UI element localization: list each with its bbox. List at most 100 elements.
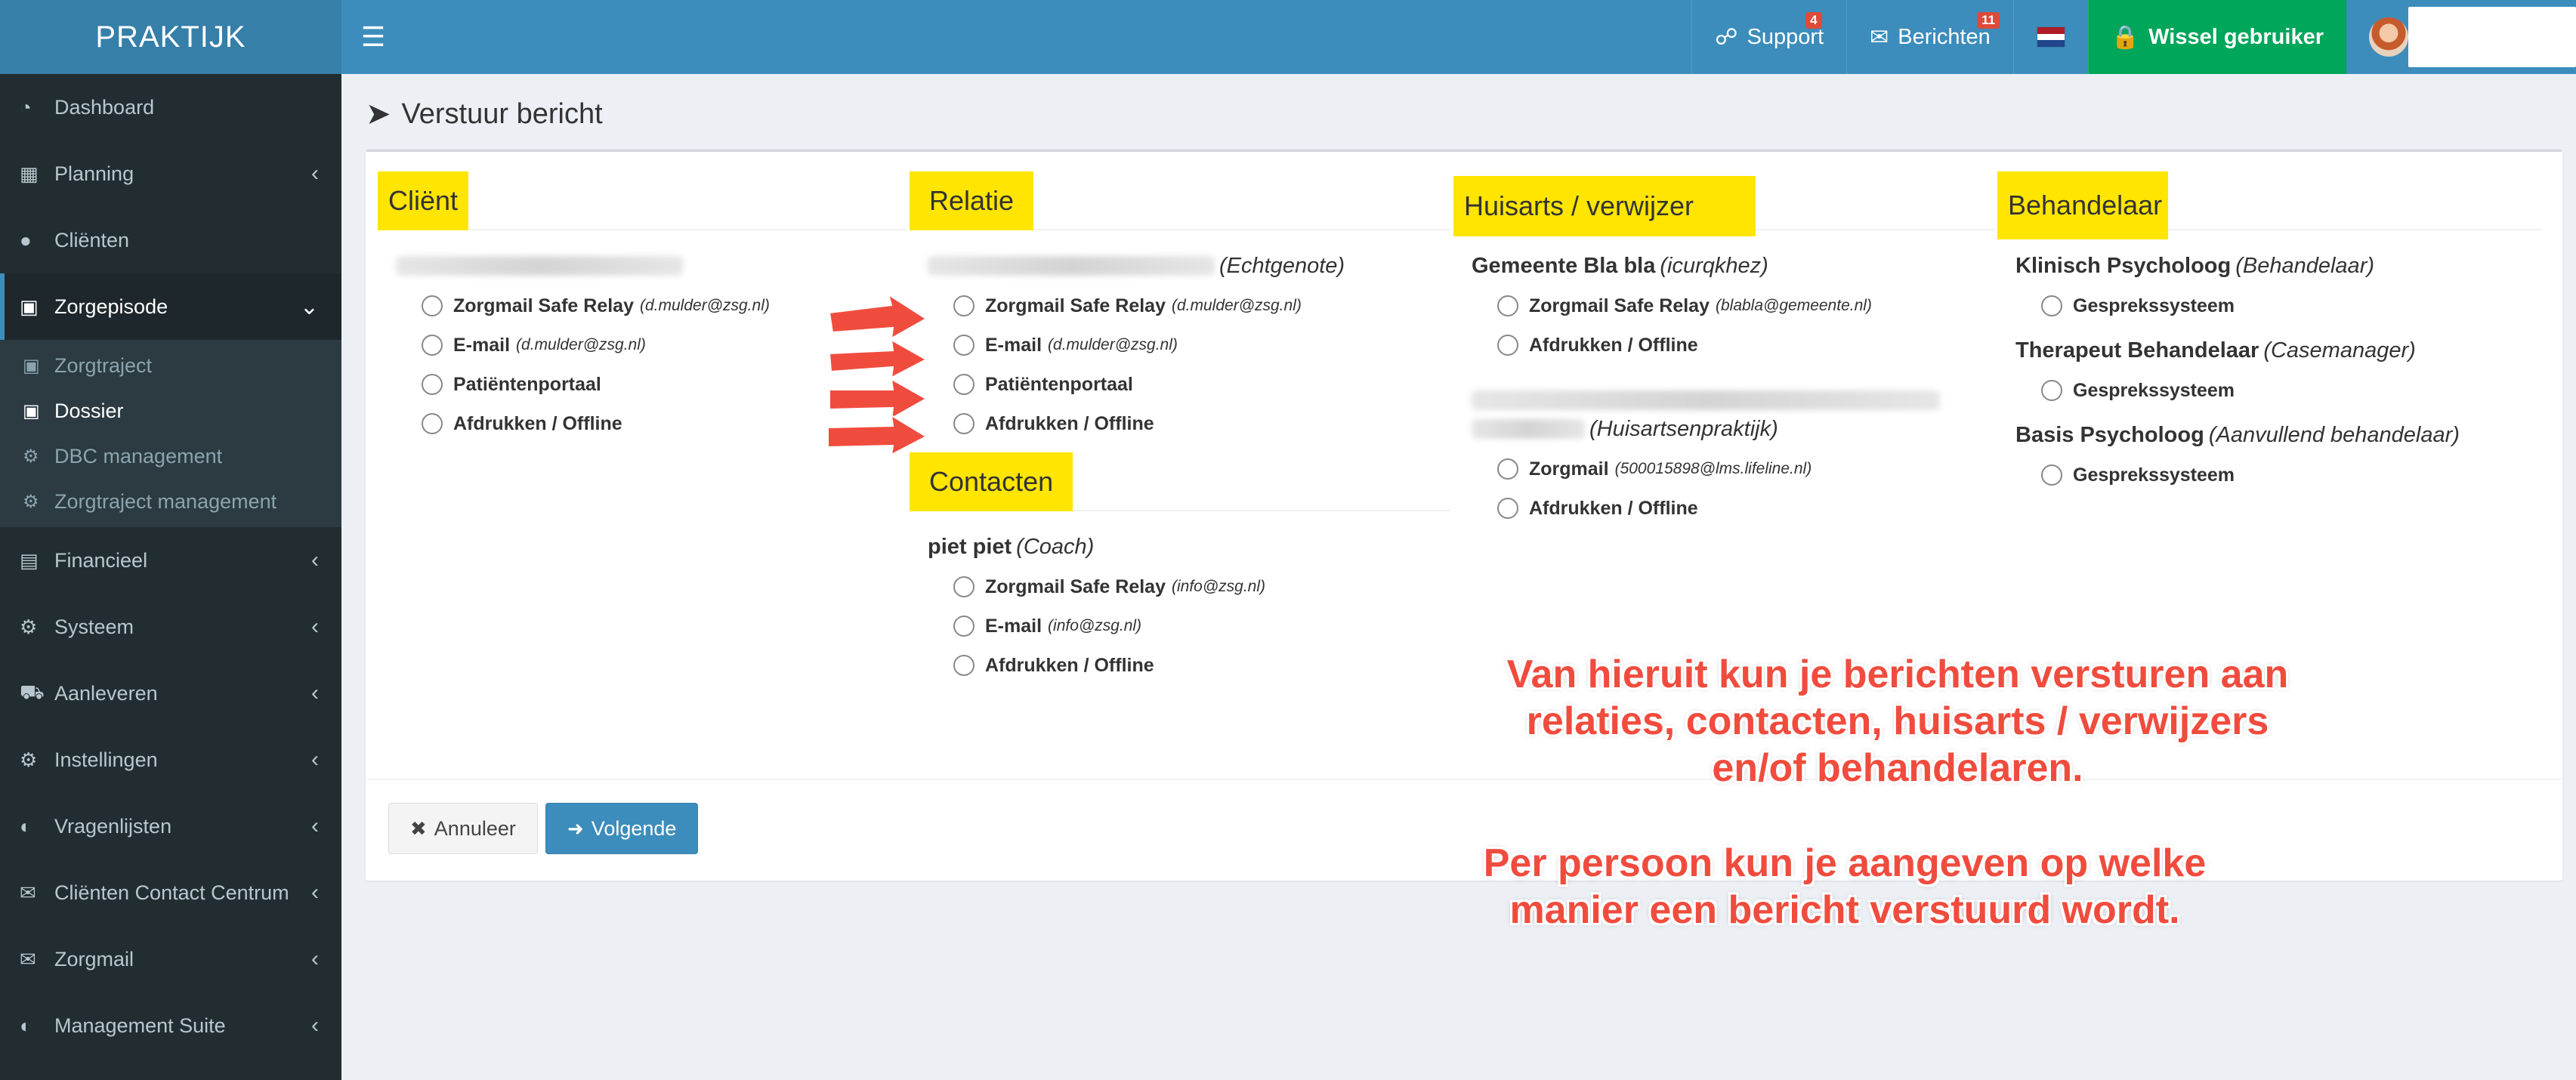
submenu-item-dossier[interactable]: ▣ Dossier xyxy=(0,388,341,434)
sidebar-item-aanleveren[interactable]: ⛟ Aanleveren ‹ xyxy=(0,660,341,727)
sidebar-item-dashboard[interactable]: ◔ Dashboard xyxy=(0,74,341,140)
sidebar-item-clienten-contact-centrum[interactable]: ✉ Cliënten Contact Centrum ‹ xyxy=(0,859,341,926)
radio-button[interactable] xyxy=(953,335,974,356)
arrow-mark xyxy=(827,414,928,456)
column-title-huisarts: Huisarts / verwijzer xyxy=(1453,176,1756,236)
arrow-circle-right-icon: ➜ xyxy=(567,816,584,840)
sidebar-item-clienten[interactable]: ● Cliënten xyxy=(0,207,341,273)
chevron-left-icon: ‹ xyxy=(311,548,319,572)
submenu-item-zorgtraject-management[interactable]: ⚙ Zorgtraject management xyxy=(0,479,341,524)
radio-button[interactable] xyxy=(953,576,974,597)
book-icon: ▤ xyxy=(20,548,39,572)
calendar-icon: ▦ xyxy=(20,162,39,185)
chevron-left-icon: ‹ xyxy=(311,946,319,971)
radio-button[interactable] xyxy=(1497,335,1518,356)
hamburger-menu-icon[interactable]: ☰ xyxy=(341,0,405,74)
contact-option-email[interactable]: E-mail (info@zsg.nl) xyxy=(953,606,1450,646)
user-menu[interactable] xyxy=(2346,0,2576,74)
envelope-icon: ✉ xyxy=(20,881,36,904)
sidebar-item-vragenlijsten[interactable]: ◐ Vragenlijsten ‹ xyxy=(0,793,341,859)
column-title-relatie: Relatie xyxy=(910,171,1034,230)
contact-option-zorgmail[interactable]: Zorgmail Safe Relay (info@zsg.nl) xyxy=(953,567,1450,606)
content-area: ➤ Verstuur bericht Cliënt Zorgmail Safe … xyxy=(341,74,2576,1080)
behandelaar2-option[interactable]: Gesprekssysteem xyxy=(2041,371,2541,410)
column-relatie: Relatie (Echtgenote) Zorgmail Safe Relay… xyxy=(910,171,1450,685)
radio-button[interactable] xyxy=(953,413,974,434)
radio-button[interactable] xyxy=(1497,498,1518,519)
sidebar-item-zorgmail[interactable]: ✉ Zorgmail ‹ xyxy=(0,926,341,992)
relatie-option-print[interactable]: Afdrukken / Offline xyxy=(953,404,1450,443)
envelope-icon: ✉ xyxy=(1870,24,1889,50)
behandelaar3-option[interactable]: Gesprekssysteem xyxy=(2041,455,2541,495)
huisarts1-option-print[interactable]: Afdrukken / Offline xyxy=(1497,326,1994,365)
gear-icon: ⚙ xyxy=(23,491,39,512)
user-name-redacted xyxy=(2408,7,2576,67)
user-icon: ● xyxy=(20,228,32,251)
radio-button[interactable] xyxy=(422,374,443,395)
support-badge: 4 xyxy=(1805,12,1822,29)
sidebar-item-systeem[interactable]: ⚙ Systeem ‹ xyxy=(0,594,341,660)
radio-button[interactable] xyxy=(422,295,443,316)
annotation-text-1: Van hieruit kun je berichten versturen a… xyxy=(1506,653,2289,790)
behandelaar-person-1: Klinisch Psycholoog (Behandelaar) xyxy=(2015,253,2375,278)
radio-button[interactable] xyxy=(2041,380,2062,401)
sidebar-item-instellingen[interactable]: ⚙ Instellingen ‹ xyxy=(0,727,341,793)
contact-option-print[interactable]: Afdrukken / Offline xyxy=(953,646,1450,685)
chevron-left-icon: ‹ xyxy=(311,747,319,772)
relatie-option-portal[interactable]: Patiëntenportaal xyxy=(953,365,1450,404)
language-flag-button[interactable] xyxy=(2012,0,2088,74)
chevron-left-icon: ‹ xyxy=(311,614,319,639)
paper-plane-icon: ➤ xyxy=(366,97,391,131)
briefcase-icon: ▣ xyxy=(23,400,40,421)
messages-button[interactable]: ✉ Berichten 11 xyxy=(1846,0,2013,74)
dutch-flag-icon xyxy=(2036,26,2065,48)
relatie-option-email[interactable]: E-mail (d.mulder@zsg.nl) xyxy=(953,326,1450,365)
app-logo[interactable]: PRAKTIJK xyxy=(0,0,341,74)
sidebar-item-zorgepisode[interactable]: ▣ Zorgepisode ⌄ xyxy=(0,273,341,340)
sidebar: ◔ Dashboard ▦ Planning ‹ ● Cliënten ▣ Zo… xyxy=(0,74,341,1080)
radio-button[interactable] xyxy=(2041,464,2062,486)
radio-button[interactable] xyxy=(2041,295,2062,316)
sidebar-item-management-suite[interactable]: ◐ Management Suite ‹ xyxy=(0,992,341,1059)
arrow-mark xyxy=(828,338,928,379)
behandelaar-person-3: Basis Psycholoog (Aanvullend behandelaar) xyxy=(2015,422,2460,447)
contact-person: piet piet (Coach) xyxy=(928,534,1095,559)
gear-icon: ⚙ xyxy=(23,446,39,467)
cancel-button[interactable]: ✖ Annuleer xyxy=(388,803,538,854)
huisarts1-option-zorgmail[interactable]: Zorgmail Safe Relay (blabla@gemeente.nl) xyxy=(1497,286,1994,326)
radio-button[interactable] xyxy=(953,295,974,316)
messages-label: Berichten xyxy=(1898,24,1991,49)
radio-button[interactable] xyxy=(422,413,443,434)
radio-button[interactable] xyxy=(1497,458,1518,480)
chevron-left-icon: ‹ xyxy=(311,1013,319,1038)
submenu-item-dbc-management[interactable]: ⚙ DBC management xyxy=(0,434,341,479)
column-title-client: Cliënt xyxy=(378,171,469,230)
messages-badge: 11 xyxy=(1977,12,2000,29)
support-button[interactable]: ☍ Support 4 xyxy=(1691,0,1846,74)
radio-button[interactable] xyxy=(422,335,443,356)
huisarts2-option-print[interactable]: Afdrukken / Offline xyxy=(1497,489,1994,528)
briefcase-icon: ▣ xyxy=(20,295,39,318)
gear-icon: ⚙ xyxy=(20,748,38,771)
column-huisarts: Huisarts / verwijzer Gemeente Bla bla (ic… xyxy=(1453,171,1994,528)
huisarts2-option-zorgmail[interactable]: Zorgmail (500015898@lms.lifeline.nl) xyxy=(1497,449,1994,489)
chevron-left-icon: ‹ xyxy=(311,880,319,905)
behandelaar1-option[interactable]: Gesprekssysteem xyxy=(2041,286,2541,326)
client-name-redacted xyxy=(396,253,907,279)
lock-icon: 🔒 xyxy=(2111,24,2140,50)
radio-button[interactable] xyxy=(953,655,974,676)
submenu-item-zorgtraject[interactable]: ▣ Zorgtraject xyxy=(0,343,341,388)
close-circle-icon: ✖ xyxy=(410,816,427,840)
next-button[interactable]: ➜ Volgende xyxy=(545,803,699,854)
truck-icon: ⛟ xyxy=(20,680,45,703)
sidebar-item-financieel[interactable]: ▤ Financieel ‹ xyxy=(0,527,341,594)
radio-button[interactable] xyxy=(1497,295,1518,316)
column-title-behandelaar: Behandelaar xyxy=(1997,171,2168,239)
relatie-option-zorgmail[interactable]: Zorgmail Safe Relay (d.mulder@zsg.nl) xyxy=(953,286,1450,326)
top-navbar: ☰ ☍ Support 4 ✉ Berichten 11 🔒 Wissel ge… xyxy=(341,0,2576,74)
sidebar-item-planning[interactable]: ▦ Planning ‹ xyxy=(0,140,341,207)
navbar-right: ☍ Support 4 ✉ Berichten 11 🔒 Wissel gebr… xyxy=(1691,0,2576,74)
switch-user-button[interactable]: 🔒 Wissel gebruiker xyxy=(2087,0,2346,74)
radio-button[interactable] xyxy=(953,374,974,395)
radio-button[interactable] xyxy=(953,616,974,637)
